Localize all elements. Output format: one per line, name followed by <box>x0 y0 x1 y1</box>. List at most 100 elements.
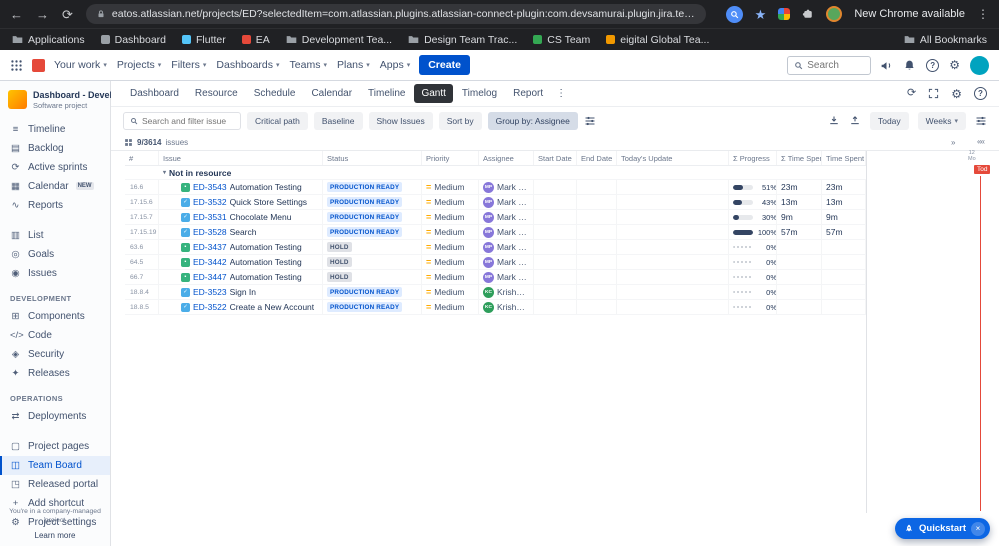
column-header-today-s-update[interactable]: Today's Update <box>617 151 729 165</box>
bookmark-item-dashboard[interactable]: Dashboard <box>100 34 166 46</box>
user-avatar[interactable] <box>970 55 989 75</box>
bookmark-item-design-team-trac[interactable]: Design Team Trac... <box>408 34 517 46</box>
table-row[interactable]: 18.8.5 ✓ ED-3522 Create a New Account PRODUC… <box>125 300 866 315</box>
issue-filter-search[interactable] <box>123 112 241 130</box>
sidebar-item-reports[interactable]: ∿ Reports <box>0 196 110 215</box>
url-bar[interactable]: eatos.atlassian.net/projects/ED?selected… <box>85 4 706 24</box>
quickstart-button[interactable]: Quickstart × <box>895 518 990 539</box>
table-row[interactable]: 16.6 ▪ ED-3543 Automation Testing PRODUCTION… <box>125 180 866 195</box>
table-row[interactable]: 17.15.7 ✓ ED-3531 Chocolate Menu PRODUCTION … <box>125 210 866 225</box>
column-header-issue[interactable]: Issue <box>159 151 323 165</box>
zoom-select[interactable]: Weeks ▾ <box>917 112 966 130</box>
bookmark-item-ea[interactable]: EA <box>241 34 270 46</box>
today-button[interactable]: Today <box>869 112 909 130</box>
column-header-start-date[interactable]: Start Date <box>534 151 577 165</box>
group-row[interactable]: ▾ Not in resource <box>125 166 866 180</box>
sidebar-item-issues[interactable]: ◉ Issues <box>0 264 110 283</box>
toolbar-button-show-issues[interactable]: Show Issues <box>368 112 433 130</box>
column-header-time-spent[interactable]: Σ Time Spent <box>777 151 822 165</box>
help-icon[interactable]: ? <box>926 58 940 72</box>
sidebar-item-goals[interactable]: ◎ Goals <box>0 245 110 264</box>
toolbar-button-sort-by[interactable]: Sort by <box>438 112 482 130</box>
site-logo[interactable] <box>32 58 45 72</box>
reload-icon[interactable]: ⟳ <box>62 8 73 21</box>
refresh-icon[interactable]: ⟳ <box>907 88 916 99</box>
global-search-input[interactable] <box>807 59 866 71</box>
browser-menu-icon[interactable]: ⋮ <box>977 7 989 21</box>
global-search[interactable] <box>787 55 872 75</box>
nav-menu-apps[interactable]: Apps ▾ <box>380 59 410 71</box>
gantt-settings-gear-icon[interactable]: ⚙ <box>951 88 962 100</box>
issue-key[interactable]: ED-3543 <box>193 182 227 192</box>
sidebar-item-calendar[interactable]: ▦ Calendar NEW <box>0 177 110 196</box>
app-switcher-icon[interactable] <box>10 59 23 72</box>
back-icon[interactable]: ← <box>10 8 23 21</box>
table-row[interactable]: 17.15.6 ✓ ED-3532 Quick Store Settings PRODU… <box>125 195 866 210</box>
tab-schedule[interactable]: Schedule <box>247 84 303 103</box>
issue-filter-input[interactable] <box>142 116 234 126</box>
sidebar-item-project-pages[interactable]: ▢ Project pages <box>0 437 110 456</box>
issue-key[interactable]: ED-3447 <box>193 272 227 282</box>
nav-menu-your-work[interactable]: Your work ▾ <box>54 59 107 71</box>
sidebar-item-components[interactable]: ⊞ Components <box>0 307 110 326</box>
panel-expand-icon[interactable]: » <box>951 138 955 147</box>
issue-key[interactable]: ED-3522 <box>193 302 227 312</box>
learn-more-link[interactable]: Learn more <box>0 531 110 540</box>
filter-icon[interactable] <box>584 115 596 127</box>
nav-menu-filters[interactable]: Filters ▾ <box>171 59 206 71</box>
tab-gantt[interactable]: Gantt <box>414 84 453 103</box>
column-header-item[interactable]: # <box>125 151 159 165</box>
browser-profile-avatar[interactable] <box>826 6 843 22</box>
table-row[interactable]: 66.7 ▪ ED-3447 Automation Testing HOLD = Mediu… <box>125 270 866 285</box>
column-header-priority[interactable]: Priority <box>422 151 479 165</box>
toolbar-button-critical-path[interactable]: Critical path <box>247 112 308 130</box>
tab-timelog[interactable]: Timelog <box>455 84 504 103</box>
fullscreen-icon[interactable] <box>928 88 939 99</box>
bookmark-item-flutter[interactable]: Flutter <box>182 34 226 46</box>
side-search-icon[interactable] <box>725 5 743 23</box>
sidebar-item-deployments[interactable]: ⇄ Deployments <box>0 407 110 426</box>
column-header-progress[interactable]: Σ Progress <box>729 151 777 165</box>
extension-icon-colorful[interactable] <box>778 8 791 20</box>
create-button[interactable]: Create <box>419 55 470 75</box>
tab-dashboard[interactable]: Dashboard <box>123 84 186 103</box>
forward-icon[interactable]: → <box>36 8 49 21</box>
toolbar-button-group-by-assignee[interactable]: Group by: Assignee <box>487 112 578 130</box>
sidebar-item-team-board[interactable]: ◫ Team Board <box>0 455 110 475</box>
nav-menu-dashboards[interactable]: Dashboards ▾ <box>216 59 279 71</box>
table-row[interactable]: 18.8.4 ✓ ED-3523 Sign In PRODUCTION READY = Me… <box>125 285 866 300</box>
view-settings-icon[interactable] <box>975 115 987 127</box>
issue-key[interactable]: ED-3523 <box>193 287 227 297</box>
bookmark-item-applications[interactable]: Applications <box>12 34 85 46</box>
issue-key[interactable]: ED-3532 <box>193 197 227 207</box>
nav-menu-plans[interactable]: Plans ▾ <box>337 59 370 71</box>
toolbar-button-baseline[interactable]: Baseline <box>313 112 363 130</box>
sidebar-item-security[interactable]: ◈ Security <box>0 345 110 364</box>
column-header-end-date[interactable]: End Date <box>577 151 617 165</box>
all-bookmarks-button[interactable]: All Bookmarks <box>904 34 987 46</box>
settings-gear-icon[interactable]: ⚙ <box>949 59 960 71</box>
tab-report[interactable]: Report <box>506 84 550 103</box>
issue-key[interactable]: ED-3442 <box>193 257 227 267</box>
project-header[interactable]: Dashboard - Develop... Software project <box>0 90 131 110</box>
extensions-puzzle-icon[interactable] <box>802 8 814 20</box>
nav-menu-projects[interactable]: Projects ▾ <box>117 59 161 71</box>
sidebar-item-code[interactable]: </> Code <box>0 326 110 345</box>
timeline-collapse-icon[interactable]: «« <box>977 137 985 146</box>
bookmark-item-cs-team[interactable]: CS Team <box>533 34 590 46</box>
announcement-icon[interactable] <box>880 59 893 72</box>
quickstart-close-icon[interactable]: × <box>971 521 985 536</box>
sidebar-item-releases[interactable]: ✦ Releases <box>0 364 110 383</box>
table-row[interactable]: 64.5 ▪ ED-3442 Automation Testing HOLD = Mediu… <box>125 255 866 270</box>
export-download-icon[interactable] <box>828 115 840 127</box>
sidebar-item-backlog[interactable]: ▤ Backlog <box>0 139 110 158</box>
tab-resource[interactable]: Resource <box>188 84 245 103</box>
sidebar-item-released-portal[interactable]: ◳ Released portal <box>0 475 110 494</box>
issue-key[interactable]: ED-3528 <box>193 227 227 237</box>
share-upload-icon[interactable] <box>849 115 861 127</box>
table-row[interactable]: 63.6 ▪ ED-3437 Automation Testing HOLD = Mediu… <box>125 240 866 255</box>
column-header-time-spent[interactable]: Time Spent <box>822 151 866 165</box>
issue-key[interactable]: ED-3437 <box>193 242 227 252</box>
sidebar-item-active-sprints[interactable]: ⟳ Active sprints <box>0 158 110 177</box>
column-header-assignee[interactable]: Assignee <box>479 151 534 165</box>
